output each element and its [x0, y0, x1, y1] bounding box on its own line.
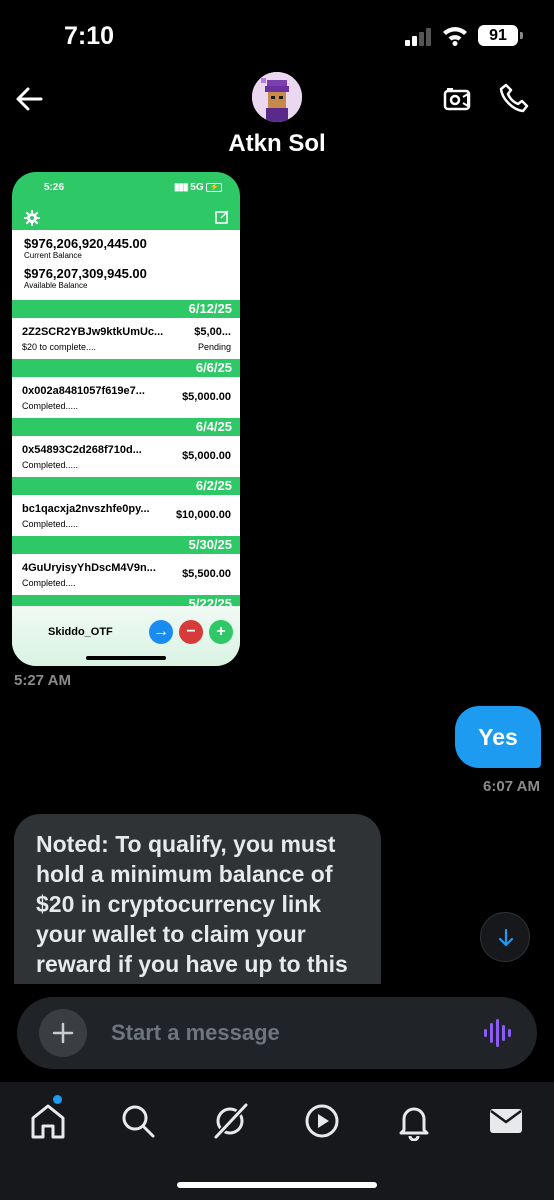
pixel-avatar-icon — [252, 72, 302, 122]
search-icon[interactable] — [118, 1101, 158, 1141]
transaction-id: bc1qacxja2nvszhfe0py... — [22, 503, 150, 515]
scroll-down-button[interactable] — [480, 912, 530, 962]
current-balance: $976,206,920,445.00 — [24, 236, 147, 251]
transaction-status: Completed..... — [22, 460, 79, 470]
arrow-down-icon — [498, 928, 514, 947]
avatar[interactable] — [252, 72, 302, 122]
transaction-amount: $10,000.00 — [175, 509, 231, 521]
received-message-bubble[interactable]: Noted: To qualify, you must hold a minim… — [14, 814, 381, 984]
transaction-id: 0x002a8481057f619e7... — [22, 385, 145, 397]
contact-name[interactable]: Atkn Sol — [0, 130, 554, 158]
attachment-username: Skiddo_OTF — [48, 626, 113, 638]
video-play-icon[interactable] — [302, 1101, 342, 1141]
transaction-amount: $5,500.00 — [182, 568, 231, 580]
grok-icon[interactable] — [210, 1101, 250, 1141]
notifications-icon[interactable] — [394, 1101, 434, 1141]
transaction-date: 5/30/25 — [12, 536, 240, 554]
transaction-id: 4GuUryisyYhDscM4V9n... — [22, 562, 156, 574]
wifi-icon — [443, 27, 467, 46]
attachment-status-bar: 5:26 ▮▮▮ 5G ⚡ — [12, 172, 240, 202]
transaction-row: 4GuUryisyYhDscM4V9n... Completed.... $5,… — [12, 554, 240, 595]
edit-icon — [215, 210, 229, 224]
transaction-id: 0x54893C2d268f710d... — [22, 444, 142, 456]
message-timestamp: 5:27 AM — [14, 672, 71, 689]
messages-icon[interactable] — [486, 1101, 526, 1141]
transaction-date: 6/6/25 — [12, 359, 240, 377]
transaction-row: 0x002a8481057f619e7... Completed..... $5… — [12, 377, 240, 418]
transaction-row: bc1qacxja2nvszhfe0py... Completed..... $… — [12, 495, 240, 536]
received-message-text: Noted: To qualify, you must hold a minim… — [36, 831, 348, 984]
transaction-date: 6/4/25 — [12, 418, 240, 436]
attachment-network: ▮▮▮ 5G ⚡ — [174, 182, 223, 193]
transaction-date: 6/2/25 — [12, 477, 240, 495]
transaction-pending-label: Pending — [197, 342, 231, 352]
back-arrow-icon[interactable] — [14, 84, 44, 114]
message-input[interactable] — [111, 1017, 471, 1049]
signal-icon — [405, 28, 435, 46]
message-timestamp: 6:07 AM — [483, 778, 540, 795]
voice-message-icon[interactable] — [483, 1019, 511, 1047]
current-balance-label: Current Balance — [24, 251, 82, 260]
transaction-status: $20 to complete.... — [22, 342, 97, 352]
sent-message-bubble[interactable]: Yes — [455, 706, 541, 768]
transaction-amount: $5,000.00 — [182, 391, 231, 403]
send-arrow-icon: → — [149, 620, 173, 644]
balances-panel: $976,206,920,445.00 Current Balance $976… — [12, 230, 240, 300]
transaction-status: Completed..... — [22, 401, 79, 411]
transaction-date: 6/12/25 — [12, 300, 240, 318]
transaction-status: Completed..... — [22, 519, 79, 529]
video-call-icon[interactable] — [442, 84, 472, 114]
gear-icon — [24, 210, 40, 226]
attachment-home-indicator — [86, 656, 166, 660]
available-balance-label: Available Balance — [24, 281, 88, 290]
transaction-id: 2Z2SCR2YBJw9ktkUmUc... — [22, 326, 164, 338]
transaction-status: Completed.... — [22, 578, 76, 588]
plus-icon — [52, 1022, 74, 1044]
attachment-footer: Skiddo_OTF → − + — [12, 606, 240, 666]
transaction-amount: $5,000.00 — [182, 450, 231, 462]
available-balance: $976,207,309,945.00 — [24, 266, 147, 281]
attachment-image[interactable]: 5:26 ▮▮▮ 5G ⚡ $976,206,920,445.00 Curren… — [12, 172, 240, 666]
home-icon[interactable] — [28, 1101, 68, 1141]
message-composer — [17, 997, 537, 1069]
plus-icon: + — [209, 620, 233, 644]
status-bar: 7:10 91 — [0, 0, 554, 72]
phone-icon[interactable] — [498, 82, 530, 114]
home-indicator — [177, 1182, 377, 1188]
home-notification-dot — [53, 1095, 62, 1104]
attachment-status-time: 5:26 — [44, 182, 65, 193]
minus-icon: − — [179, 620, 203, 644]
transaction-row: 0x54893C2d268f710d... Completed..... $5,… — [12, 436, 240, 477]
transaction-amount: $5,00... — [194, 326, 231, 338]
transaction-row: 2Z2SCR2YBJw9ktkUmUc... $20 to complete..… — [12, 318, 240, 359]
status-time: 7:10 — [64, 22, 115, 50]
add-attachment-button[interactable] — [39, 1009, 87, 1057]
battery-indicator: 91 — [478, 25, 523, 46]
attachment-toolbar — [12, 202, 240, 230]
